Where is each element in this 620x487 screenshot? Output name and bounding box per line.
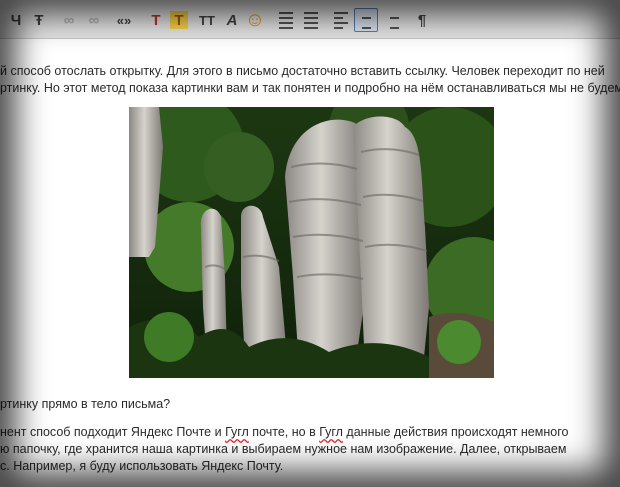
editor-toolbar: Ч Ŧ ∞ ∞ «» T T TT A ☺ ¶ <box>0 0 620 39</box>
question-line: ртинку прямо в тело письма? <box>0 397 171 411</box>
body-line-1: й способ отослать открытку. Для этого в … <box>0 64 605 78</box>
highlight-icon[interactable]: T <box>170 11 188 29</box>
body-line-3: нент способ подходит Яндекс Почте и Гугл… <box>0 425 569 439</box>
body-line-2: ртинку. Но этот метод показа картинки ва… <box>0 81 620 95</box>
quote-icon[interactable]: «» <box>112 8 136 32</box>
emoji-icon[interactable]: ☺ <box>243 8 267 32</box>
body-line-4: ю папочку, где хранится наша картинка и … <box>0 442 567 456</box>
rock-formation-image[interactable] <box>129 107 494 378</box>
clear-format-icon[interactable]: A <box>220 8 244 32</box>
numbered-list-icon[interactable] <box>299 8 323 32</box>
body-line-5: с. Например, я буду использовать Яндекс … <box>0 459 284 473</box>
link-icon[interactable]: ∞ <box>57 8 81 32</box>
unlink-icon[interactable]: ∞ <box>82 8 106 32</box>
bullet-list-icon[interactable] <box>274 8 298 32</box>
underline-icon[interactable]: Ч <box>4 8 28 32</box>
font-size-icon[interactable]: TT <box>195 8 219 32</box>
format-paint-icon[interactable]: ¶ <box>410 8 434 32</box>
align-left-icon[interactable] <box>329 8 353 32</box>
text-color-icon[interactable]: T <box>144 8 168 32</box>
align-center-icon[interactable] <box>354 8 378 32</box>
editor-body[interactable]: й способ отослать открытку. Для этого в … <box>0 39 620 487</box>
strikethrough-icon[interactable]: Ŧ <box>27 8 51 32</box>
align-right-icon[interactable] <box>380 8 404 32</box>
